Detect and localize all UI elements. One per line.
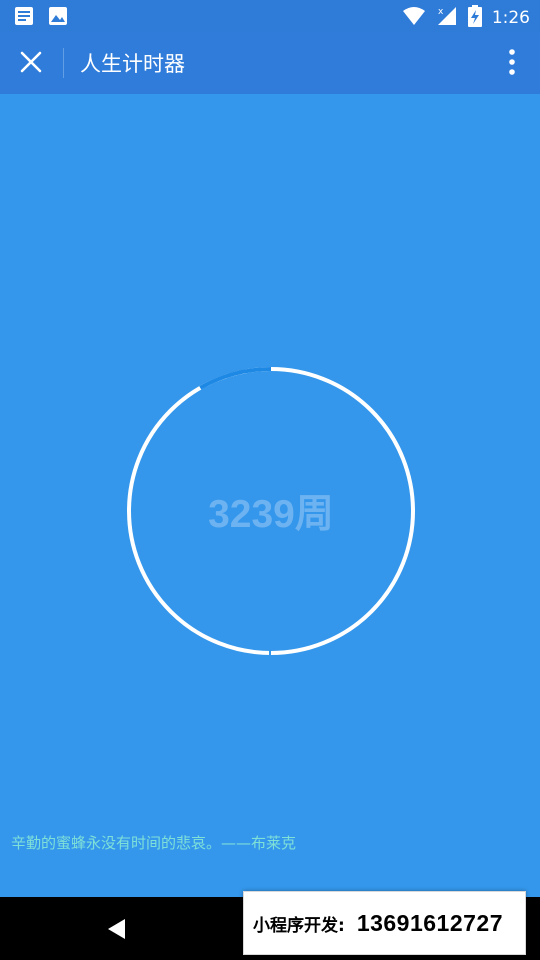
weeks-remaining-label: 3239周: [208, 493, 334, 536]
life-timer-ring: 3239周: [124, 364, 418, 658]
close-icon: [20, 51, 42, 77]
page-title: 人生计时器: [80, 52, 185, 76]
cellular-signal-icon: x: [436, 5, 458, 31]
quote-text: 辛勤的蜜蜂永没有时间的悲哀。——布莱克: [11, 834, 297, 852]
close-button[interactable]: [14, 47, 48, 81]
main-content: 3239周 辛勤的蜜蜂永没有时间的悲哀。——布莱克: [0, 94, 540, 897]
more-vertical-icon: [508, 48, 516, 80]
app-bar: 人生计时器: [0, 32, 540, 94]
ad-label: 小程序开发:: [253, 915, 345, 936]
svg-text:x: x: [438, 7, 444, 17]
back-button[interactable]: [104, 916, 130, 942]
ad-banner[interactable]: 小程序开发: 13691612727: [243, 891, 526, 955]
ad-phone-number[interactable]: 13691612727: [357, 910, 503, 937]
app-bar-divider: [63, 48, 64, 78]
status-bar: x 1:26: [0, 0, 540, 32]
notification-image-icon: [48, 6, 68, 30]
battery-charging-icon: [467, 5, 482, 31]
more-options-button[interactable]: [500, 48, 524, 80]
status-time: 1:26: [491, 8, 530, 28]
back-triangle-icon: [104, 919, 130, 946]
notification-message-icon: [14, 6, 34, 30]
wifi-icon: [402, 6, 426, 30]
